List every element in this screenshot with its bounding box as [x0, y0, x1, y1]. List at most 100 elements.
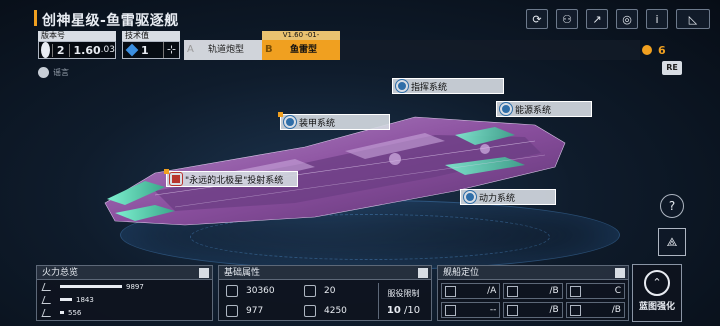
fire-detail-icon[interactable] [199, 268, 209, 278]
top-toolbar: ⟳ ⚇ ↗ ◎ i ◺ [526, 9, 710, 29]
role-icon [569, 285, 581, 297]
version-major: 2 [51, 43, 70, 57]
system-power-text: 动力系统 [479, 193, 516, 204]
panel-base-attributes: 基础属性 30360 20 服役限制 10 /10 977 4250 [218, 265, 432, 321]
version-box: 2 1.60 .03 [38, 41, 116, 59]
system-command-text: 指挥系统 [411, 82, 448, 93]
position-cell: /B [565, 302, 625, 318]
system-torpedo-label[interactable]: "永远的北极星"投射系统 [164, 169, 298, 187]
position-cell: /B [503, 302, 563, 318]
panel-base-title: 基础属性 [224, 268, 261, 278]
currency-value: 6 [658, 43, 666, 57]
service-limit: 服役限制 10 /10 [378, 283, 428, 319]
info-icon[interactable]: i [646, 9, 668, 29]
help-button[interactable]: ? [660, 194, 684, 218]
fire-row: 556 [37, 306, 212, 319]
tech-toggle-icon[interactable]: ⊹ [163, 42, 179, 58]
armor-icon [226, 305, 238, 317]
position-cell: /B [503, 283, 563, 299]
fire-value-2: 1843 [76, 295, 94, 304]
weapon-icon [41, 308, 54, 317]
page-title: 创神星级-鱼雷驱逐舰 [42, 13, 179, 29]
rumor-link[interactable]: 谣言 [38, 67, 69, 78]
fire-value-1: 9897 [126, 282, 144, 291]
position-detail-icon[interactable] [615, 268, 625, 278]
stat-evasion-value: 20 [324, 286, 336, 296]
share-person-icon[interactable]: ⚇ [556, 9, 578, 29]
stat-speed: 4250 [300, 303, 378, 319]
fire-bar-3 [60, 311, 64, 314]
fire-bar-2 [60, 298, 72, 301]
stat-armor-value: 977 [246, 306, 264, 316]
currency-counter: 6 [642, 40, 666, 60]
tech-box: 1 ⊹ [122, 41, 180, 59]
service-limit-max: /10 [404, 305, 421, 316]
power-system-icon [463, 190, 477, 204]
stat-evasion: 20 [300, 283, 378, 299]
tab-a-letter: A [187, 44, 194, 55]
system-command-label[interactable]: 指挥系统 [392, 78, 504, 94]
external-link-icon[interactable]: ↗ [586, 9, 608, 29]
focus-icon[interactable]: ◎ [616, 9, 638, 29]
position-cell: C [565, 283, 625, 299]
panel-ship-position: 舰船定位 /A /B C -- /B /B [437, 265, 629, 321]
version-minor: 1.60 [73, 43, 101, 57]
system-armor-text: 装甲系统 [299, 118, 336, 129]
energy-system-icon [499, 102, 513, 116]
stat-armor: 977 [222, 303, 300, 319]
panel-position-header: 舰船定位 [438, 266, 628, 280]
role-icon [507, 285, 519, 297]
upgrade-chevron-icon: ⌃ [644, 270, 670, 296]
shield-icon [226, 285, 238, 297]
panel-base-header: 基础属性 [219, 266, 431, 280]
blueprint-upgrade-button[interactable]: ⌃ 蓝图强化 [632, 264, 682, 322]
upgrade-label: 蓝图强化 [638, 302, 675, 312]
fire-row: 1843 [37, 293, 212, 306]
role-icon [569, 304, 581, 316]
tab-b-version-tag: V1.60 -01- [262, 31, 340, 40]
fire-row: 9897 [37, 280, 212, 293]
tab-a-label: 轨道炮型 [208, 45, 245, 55]
tab-strip [340, 40, 640, 60]
stat-speed-value: 4250 [324, 306, 347, 316]
re-button[interactable]: RE [662, 61, 682, 75]
base-stats-grid: 30360 20 服役限制 10 /10 977 4250 [219, 280, 431, 319]
system-torpedo-text: "永远的北极星"投射系统 [185, 175, 284, 186]
base-detail-icon[interactable] [418, 268, 428, 278]
refresh-icon[interactable]: ⟳ [526, 9, 548, 29]
service-limit-label: 服役限制 [387, 289, 420, 298]
version-icon [41, 42, 50, 58]
service-limit-values: 10 /10 [379, 305, 428, 316]
command-system-icon [395, 79, 409, 93]
tab-b-letter: B [265, 44, 273, 55]
panel-fire-header: 火力总览 [37, 266, 212, 280]
tab-variant-a[interactable]: A 轨道炮型 [184, 40, 262, 60]
panel-fire-overview: 火力总览 9897 1843 556 [36, 265, 213, 321]
position-grid: /A /B C -- /B /B [438, 280, 628, 321]
service-limit-current: 10 [386, 305, 401, 316]
stat-hp-value: 30360 [246, 286, 275, 296]
role-icon [445, 304, 456, 316]
tech-hex-icon [125, 43, 139, 57]
speed-icon [304, 305, 316, 317]
tab-variant-b[interactable]: B 鱼雷型 [262, 40, 340, 60]
fire-bar-1 [60, 285, 122, 288]
tab-b-label: 鱼雷型 [290, 45, 318, 55]
system-energy-label[interactable]: 能源系统 [496, 101, 592, 117]
torpedo-system-icon [169, 172, 183, 186]
rumor-icon [38, 67, 49, 78]
evasion-icon [304, 285, 316, 297]
stat-hp: 30360 [222, 283, 300, 299]
position-cell: /A [441, 283, 501, 299]
panel-position-title: 舰船定位 [443, 268, 480, 278]
position-cell: -- [441, 302, 501, 318]
gear-currency-icon [642, 45, 652, 55]
version-sub: .03 [100, 45, 115, 55]
system-armor-label[interactable]: 装甲系统 [278, 112, 390, 130]
rank-up-icon[interactable]: ⟁ [658, 228, 686, 256]
system-power-label[interactable]: 动力系统 [460, 189, 556, 205]
fire-value-3: 556 [68, 308, 82, 317]
camera-angle-icon[interactable]: ◺ [676, 9, 710, 29]
weapon-icon [41, 282, 54, 291]
weapon-icon [41, 295, 54, 304]
